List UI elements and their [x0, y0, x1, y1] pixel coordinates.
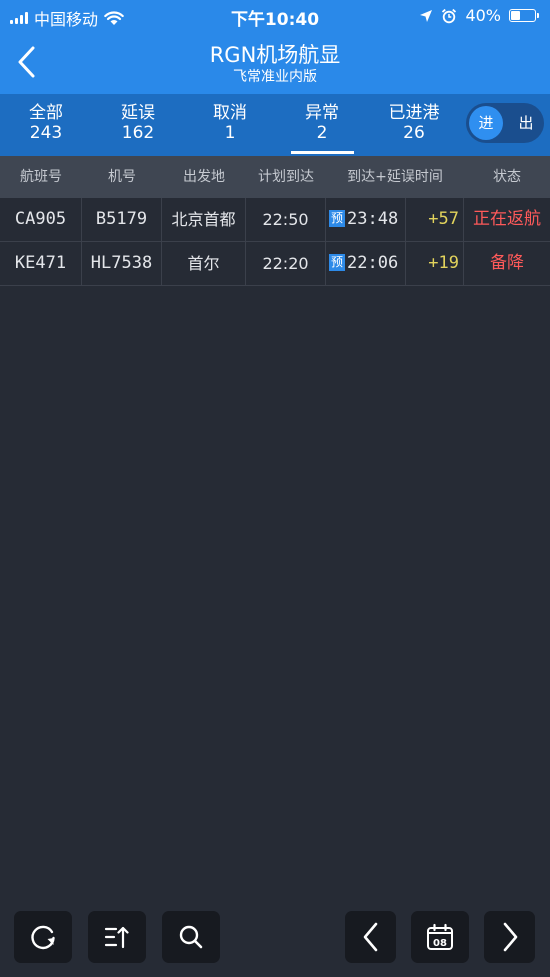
eta-time: 22:06: [347, 253, 399, 273]
tab-label: 取消: [213, 103, 247, 123]
tab-count: 1: [224, 123, 236, 143]
battery-percent: 40%: [465, 6, 501, 25]
aircraft-reg: HL7538: [82, 242, 162, 286]
table-row[interactable]: CA905 B5179 北京首都 22:50 预 23:48 +57 正在返航: [0, 198, 550, 242]
status-bar: 中国移动 下午10:40 40%: [0, 0, 550, 30]
header: 中国移动 下午10:40 40% RGN机场航显 飞常准业内版: [0, 0, 550, 94]
status-right: 40%: [419, 6, 539, 25]
search-button[interactable]: [162, 911, 220, 963]
flight-status: 正在返航: [473, 209, 541, 229]
estimated-arrival: 预 22:06: [326, 242, 406, 286]
delay-minutes: +57: [406, 198, 464, 242]
departures-option[interactable]: 出: [512, 106, 540, 140]
eta-time: 23:48: [347, 209, 399, 229]
flight-status: 备降: [490, 253, 524, 273]
sort-icon: [104, 926, 129, 949]
column-header-planned: 计划到达: [258, 169, 314, 185]
table-header: 航班号 机号 出发地 计划到达 到达+延误时间 状态: [0, 156, 550, 198]
battery-icon: [509, 9, 539, 22]
tab-count: 26: [403, 123, 425, 143]
planned-arrival: 22:20: [246, 242, 326, 286]
alarm-icon: [442, 8, 457, 23]
aircraft-reg: B5179: [82, 198, 162, 242]
tab-label: 延误: [121, 103, 155, 123]
refresh-icon: [31, 925, 55, 950]
tab-label: 已进港: [388, 103, 440, 123]
nav-bar: RGN机场航显 飞常准业内版: [0, 30, 550, 94]
tab-count: 2: [316, 123, 328, 143]
calendar-button[interactable]: 08: [411, 911, 469, 963]
calendar-day: 08: [433, 938, 447, 949]
sort-button[interactable]: [88, 911, 146, 963]
column-header-status: 状态: [493, 169, 521, 185]
chevron-left-icon: [363, 922, 377, 952]
calendar-icon: 08: [427, 923, 453, 950]
tab-all[interactable]: 全部 243: [0, 94, 92, 156]
flight-number: CA905: [0, 198, 82, 242]
page-title: RGN机场航显: [209, 43, 341, 67]
next-day-button[interactable]: [484, 911, 535, 963]
tab-arrived[interactable]: 已进港 26: [368, 94, 460, 156]
predicted-badge: 预: [329, 254, 345, 271]
tab-abnormal[interactable]: 异常 2: [276, 94, 368, 156]
search-icon: [179, 925, 203, 949]
tab-count: 243: [29, 123, 63, 143]
column-header-reg: 机号: [108, 169, 136, 185]
direction-toggle[interactable]: 进 出: [466, 103, 544, 143]
predicted-badge: 预: [329, 210, 345, 227]
flight-board-screen: 中国移动 下午10:40 40% RGN机场航显 飞常准业内版 全部 243 延…: [0, 0, 550, 977]
column-header-flight: 航班号: [20, 169, 62, 185]
planned-arrival: 22:50: [246, 198, 326, 242]
tab-cancelled[interactable]: 取消 1: [184, 94, 276, 156]
chevron-right-icon: [503, 922, 517, 952]
location-arrow-icon: [420, 9, 433, 22]
refresh-button[interactable]: [14, 911, 72, 963]
delay-minutes: +19: [406, 242, 464, 286]
flight-number: KE471: [0, 242, 82, 286]
origin: 首尔: [162, 242, 246, 286]
estimated-arrival: 预 23:48: [326, 198, 406, 242]
tab-label: 全部: [29, 103, 63, 123]
previous-day-button[interactable]: [345, 911, 396, 963]
tab-delayed[interactable]: 延误 162: [92, 94, 184, 156]
origin: 北京首都: [162, 198, 246, 242]
arrivals-option[interactable]: 进: [469, 106, 503, 140]
active-tab-indicator: [291, 151, 354, 154]
battery-fill: [511, 11, 520, 20]
column-header-origin: 出发地: [183, 169, 225, 185]
page-subtitle: 飞常准业内版: [233, 69, 317, 85]
tab-label: 异常: [305, 103, 339, 123]
table-row[interactable]: KE471 HL7538 首尔 22:20 预 22:06 +19 备降: [0, 242, 550, 286]
column-header-eta-delay: 到达+延误时间: [347, 169, 443, 185]
tab-count: 162: [121, 123, 155, 143]
